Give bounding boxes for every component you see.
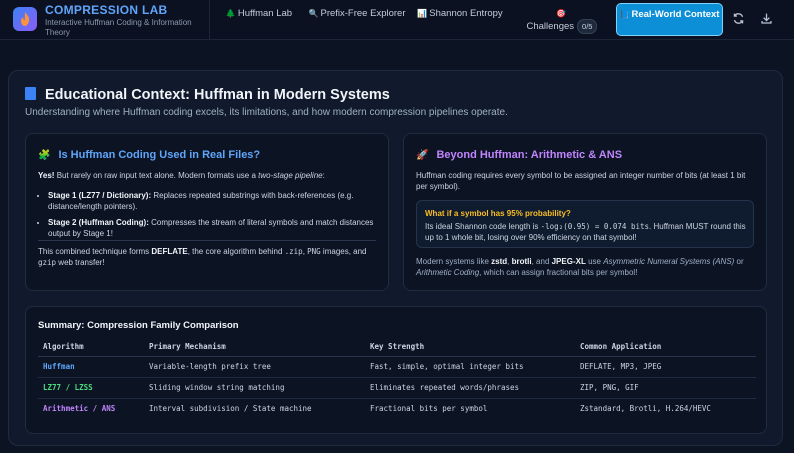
tab-prefix-free-explorer[interactable]: 🔍 Prefix-Free Explorer — [308, 3, 406, 36]
book-icon — [25, 87, 36, 100]
comparison-table: Algorithm Primary Mechanism Key Strength… — [38, 337, 756, 419]
mechanism-cell: Interval subdivision / State machine — [149, 404, 312, 414]
rocket-icon: 🚀 — [416, 150, 429, 161]
modern-systems-text: Modern systems like zstd, brotli, and JP… — [416, 256, 756, 278]
deflate-term: DEFLATE — [151, 247, 188, 256]
app-title: COMPRESSION LAB — [45, 3, 168, 17]
callout-text: Its ideal Shannon code length is — [425, 222, 541, 231]
note-text: images, and — [320, 247, 367, 256]
callout-body: Its ideal Shannon code length is -log₂(0… — [425, 221, 749, 243]
download-icon[interactable] — [759, 12, 773, 26]
outro-text: , and — [531, 257, 552, 266]
top-navigation-bar: COMPRESSION LAB Interactive Huffman Codi… — [0, 0, 794, 40]
refresh-icon[interactable] — [731, 12, 745, 26]
algorithm-cell: Huffman — [38, 356, 144, 378]
tab-label: Huffman Lab — [237, 8, 293, 19]
card-title-text: Is Huffman Coding Used in Real Files? — [58, 149, 261, 161]
tab-huffman-lab[interactable]: 🌲 Huffman Lab — [213, 3, 305, 36]
bar-chart-icon: 📊 — [417, 9, 428, 18]
flame-icon — [21, 12, 30, 26]
application-cell: DEFLATE, MP3, JPEG — [575, 356, 756, 378]
divider — [38, 240, 376, 241]
divider — [209, 0, 210, 40]
magnifier-icon: 🔍 — [308, 9, 319, 18]
png-term: PNG — [307, 247, 321, 256]
application-cell: Zstandard, Brotli, H.264/HEVC — [580, 404, 711, 414]
arithmetic-term: Arithmetic Coding — [416, 268, 480, 277]
table-row: Huffman Variable-length prefix tree Fast… — [38, 356, 756, 378]
pipeline-stage-list: Stage 1 (LZ77 / Dictionary): Replaces re… — [48, 190, 374, 244]
intro-text: Yes! But rarely on raw input text alone.… — [38, 170, 378, 181]
shannon-formula: -log₂(0.95) = 0.074 bits — [540, 222, 650, 231]
huffman-usage-card: 🧩 Is Huffman Coding Used in Real Files? Y… — [25, 133, 389, 291]
strength-cell: Eliminates repeated words/phrases — [365, 377, 575, 399]
intro-text-body: But rarely on raw input text alone. Mode… — [54, 171, 259, 180]
tree-icon: 🌲 — [225, 9, 236, 18]
mechanism-cell: Variable-length prefix tree — [144, 356, 365, 378]
card-title-text: Beyond Huffman: Arithmetic & ANS — [436, 149, 623, 161]
list-item: Stage 1 (LZ77 / Dictionary): Replaces re… — [48, 190, 374, 212]
app-logo — [13, 7, 37, 31]
tab-label: Prefix-Free Explorer — [320, 8, 406, 19]
puzzle-icon: 🧩 — [38, 150, 51, 161]
strength-cell: Fast, simple, optimal integer bits — [365, 356, 575, 378]
gzip-term: gzip — [38, 258, 57, 267]
column-header: Algorithm — [38, 337, 144, 357]
application-cell: ZIP, PNG, GIF — [575, 377, 756, 399]
outro-text: use — [585, 257, 604, 266]
column-header: Primary Mechanism — [144, 337, 365, 357]
integer-bits-text: Huffman coding requires every symbol to … — [416, 171, 746, 191]
outro-text: , which can assign fractional bits per s… — [479, 268, 638, 277]
zip-term: .zip — [284, 247, 303, 256]
intro-end: : — [322, 171, 325, 180]
intro-emphasis: two-stage pipeline — [258, 171, 323, 180]
card-title: 🧩 Is Huffman Coding Used in Real Files? — [38, 149, 260, 161]
tab-label: Shannon Entropy — [429, 8, 503, 19]
column-header: Common Application — [575, 337, 756, 357]
outro-text: Modern systems like — [416, 257, 492, 266]
note-text: This combined technique forms — [38, 247, 152, 256]
stage-label: Stage 1 (LZ77 / Dictionary): — [48, 191, 152, 200]
book-icon: 📘 — [619, 10, 630, 19]
table-header-row: Algorithm Primary Mechanism Key Strength… — [38, 337, 756, 357]
column-header: Key Strength — [365, 337, 575, 357]
note-text: web transfer! — [56, 258, 105, 267]
page-title-text: Educational Context: Huffman in Modern S… — [45, 87, 390, 103]
stage-label: Stage 2 (Huffman Coding): — [48, 218, 149, 227]
tab-real-world-context[interactable]: 📘 Real-World Context — [616, 3, 723, 36]
probability-callout: What if a symbol has 95% probability? It… — [416, 200, 754, 248]
target-icon: 🎯 — [556, 9, 566, 18]
tab-label: Challenges — [526, 21, 575, 32]
summary-card: Summary: Compression Family Comparison A… — [25, 306, 767, 434]
ans-term: Asymmetric Numeral Systems (ANS) — [603, 257, 735, 266]
table-row: LZ77 / LZSS Sliding window string matchi… — [38, 377, 756, 399]
card-title: 🚀 Beyond Huffman: Arithmetic & ANS — [416, 149, 622, 161]
jpegxl-term: JPEG-XL — [551, 257, 586, 266]
callout-title: What if a symbol has 95% probability? — [425, 209, 571, 218]
tab-label: Real-World Context — [631, 9, 720, 20]
list-item: Stage 2 (Huffman Coding): Compresses the… — [48, 217, 374, 239]
mechanism-cell: Sliding window string matching — [144, 377, 365, 399]
tab-challenges[interactable]: 🎯 Challenges 0/5 — [512, 3, 612, 36]
note-text: , the core algorithm behind — [187, 247, 285, 256]
beyond-huffman-card: 🚀 Beyond Huffman: Arithmetic & ANS Huffma… — [403, 133, 767, 291]
progress-badge: 0/5 — [577, 19, 598, 34]
app-subtitle: Interactive Huffman Coding & Information… — [45, 18, 192, 37]
brotli-term: brotli — [511, 257, 532, 266]
real-world-context-panel: Educational Context: Huffman in Modern S… — [8, 70, 783, 446]
strength-cell: Fractional bits per symbol — [370, 404, 488, 414]
deflate-note: This combined technique forms DEFLATE, t… — [38, 246, 378, 268]
tab-shannon-entropy[interactable]: 📊 Shannon Entropy — [412, 3, 508, 36]
outro-text: or — [734, 257, 744, 266]
page-title: Educational Context: Huffman in Modern S… — [25, 87, 390, 103]
algorithm-cell: LZ77 / LZSS — [38, 377, 144, 399]
intro-bold: Yes! — [38, 171, 55, 180]
zstd-term: zstd — [491, 257, 508, 266]
table-row: Arithmetic / ANS Interval subdivision / … — [38, 398, 756, 419]
summary-title: Summary: Compression Family Comparison — [38, 320, 239, 331]
algorithm-cell: Arithmetic / ANS — [43, 404, 116, 414]
page-subtitle: Understanding where Huffman coding excel… — [25, 107, 508, 118]
